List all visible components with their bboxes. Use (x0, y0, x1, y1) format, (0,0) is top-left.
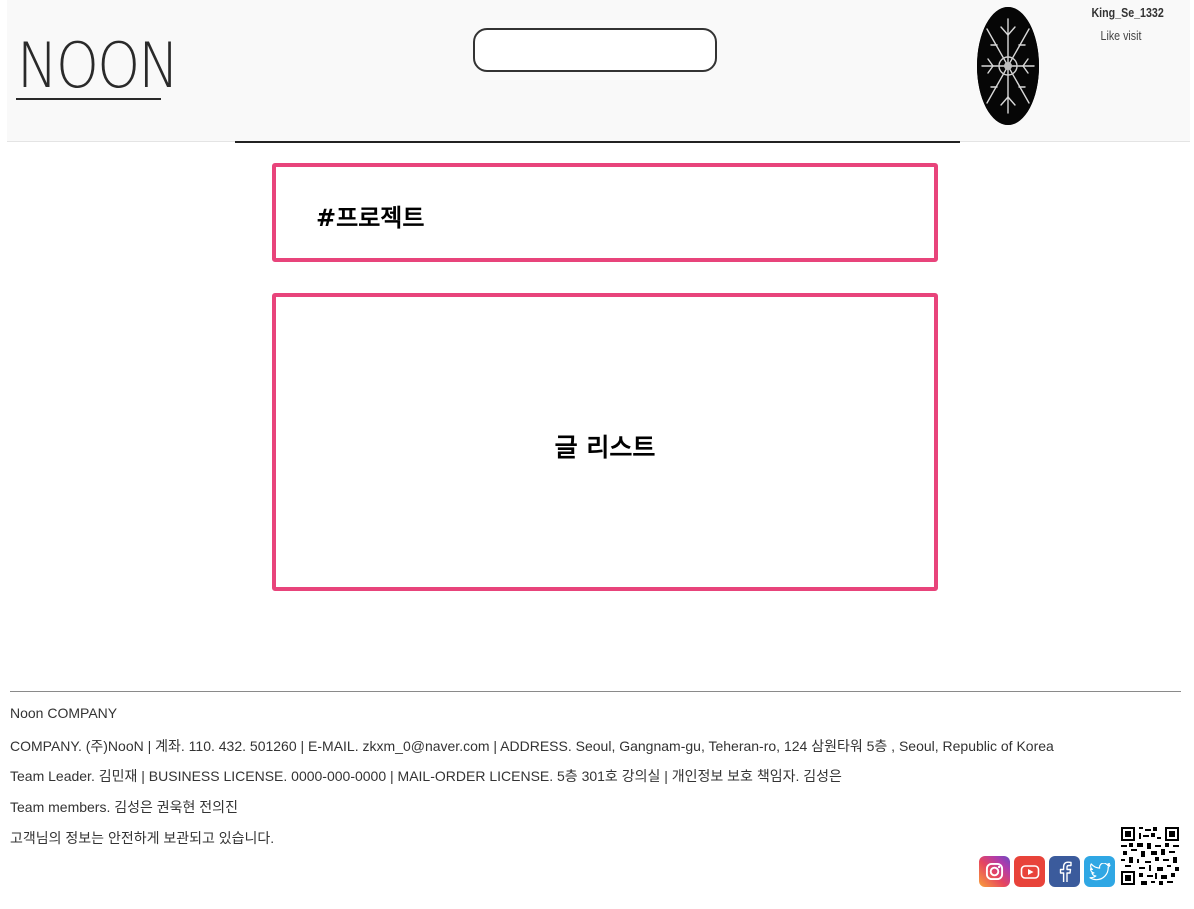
footer-company-name: Noon COMPANY (10, 705, 118, 721)
site-logo[interactable]: NOON (17, 30, 179, 102)
username[interactable]: King_Se_1332 (1091, 5, 1163, 20)
facebook-icon[interactable] (1049, 856, 1080, 887)
snowflake-avatar-icon (977, 7, 1039, 125)
logo-underline (16, 98, 161, 100)
footer-privacy-note: 고객님의 정보는 안전하게 보관되고 있습니다. (10, 830, 275, 846)
footer-team-members: Team members. 김성은 권욱현 전의진 (10, 799, 238, 815)
twitter-icon[interactable] (1084, 856, 1115, 887)
footer-license-info: Team Leader. 김민재 | BUSINESS LICENSE. 000… (10, 768, 842, 784)
search-input[interactable] (473, 28, 717, 72)
footer-company-info: COMPANY. (주)NooN | 계좌. 110. 432. 501260 … (10, 738, 1054, 754)
project-section: #프로젝트 (272, 163, 938, 262)
instagram-icon[interactable] (979, 856, 1010, 887)
footer-divider (10, 691, 1181, 692)
project-title: #프로젝트 (316, 204, 425, 232)
post-list-title: 글 리스트 (554, 433, 656, 462)
post-list-section: 글 리스트 (272, 293, 938, 591)
youtube-icon[interactable] (1014, 856, 1045, 887)
like-visit-link[interactable]: Like visit (1091, 28, 1150, 43)
site-header: NOON King_Se_1332 Like visit (7, 0, 1190, 142)
avatar[interactable] (977, 7, 1039, 125)
qr-code-icon (1121, 827, 1179, 885)
header-divider (235, 141, 960, 143)
